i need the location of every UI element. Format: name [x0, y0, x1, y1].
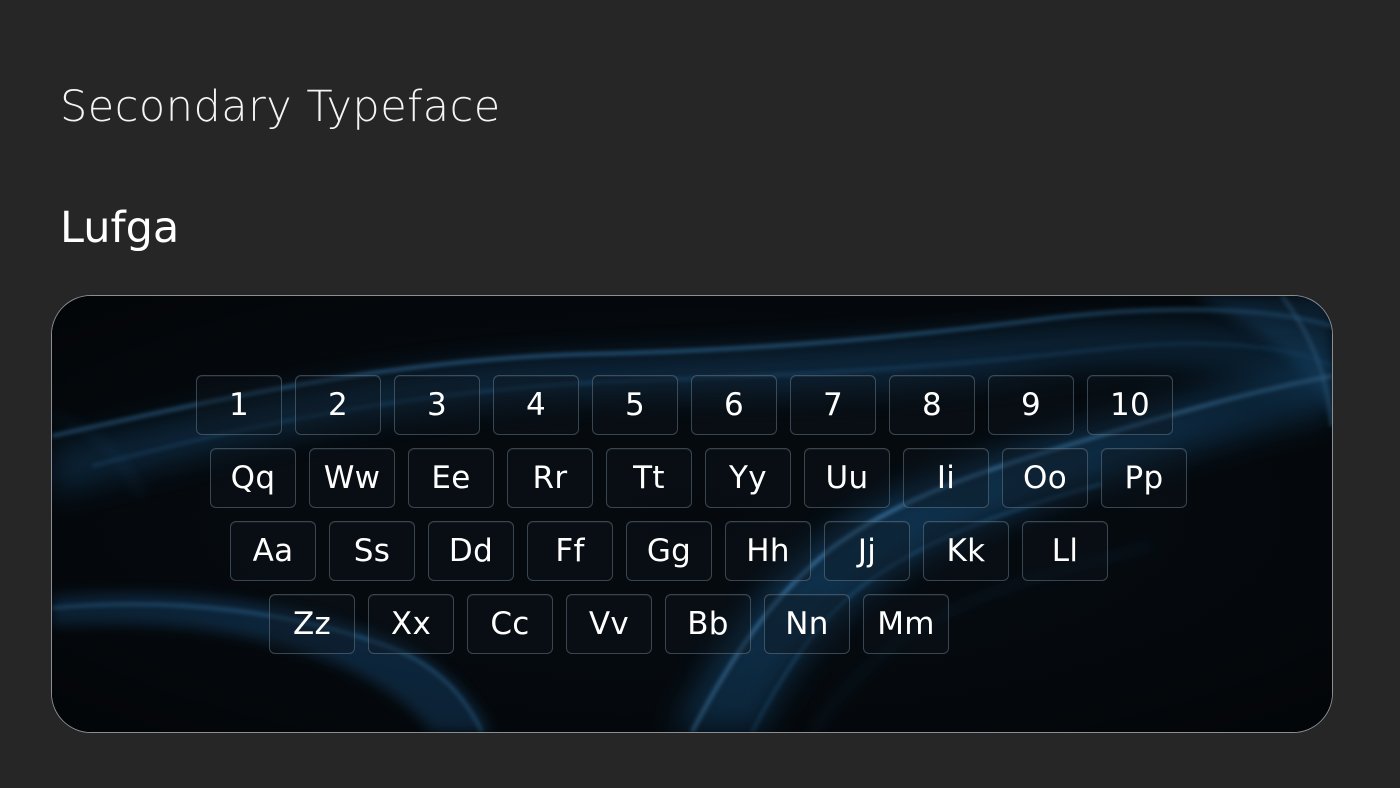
- key-9: 9: [988, 375, 1074, 435]
- key-4: 4: [493, 375, 579, 435]
- key-yy: Yy: [705, 448, 791, 508]
- key-ff: Ff: [527, 521, 613, 581]
- page-heading: Secondary Typeface: [60, 82, 501, 132]
- key-oo: Oo: [1002, 448, 1088, 508]
- key-dd: Dd: [428, 521, 514, 581]
- key-8: 8: [889, 375, 975, 435]
- key-6: 6: [691, 375, 777, 435]
- key-nn: Nn: [764, 594, 850, 654]
- key-mm: Mm: [863, 594, 949, 654]
- key-ss: Ss: [329, 521, 415, 581]
- key-rr: Rr: [507, 448, 593, 508]
- key-5: 5: [592, 375, 678, 435]
- key-kk: Kk: [923, 521, 1009, 581]
- key-gg: Gg: [626, 521, 712, 581]
- key-ll: Ll: [1022, 521, 1108, 581]
- key-xx: Xx: [368, 594, 454, 654]
- key-uu: Uu: [804, 448, 890, 508]
- keyboard-showcase-panel: 1 2 3 4 5 6 7 8 9 10 Qq Ww Ee Rr Tt Yy Uu Ii Oo Pp Aa Ss Dd Ff G…: [51, 295, 1333, 733]
- key-tt: Tt: [606, 448, 692, 508]
- key-3: 3: [394, 375, 480, 435]
- keyboard-grid: 1 2 3 4 5 6 7 8 9 10 Qq Ww Ee Rr Tt Yy Uu Ii Oo Pp Aa Ss Dd Ff G…: [52, 296, 1332, 732]
- key-ii: Ii: [903, 448, 989, 508]
- key-jj: Jj: [824, 521, 910, 581]
- key-bb: Bb: [665, 594, 751, 654]
- key-7: 7: [790, 375, 876, 435]
- key-10: 10: [1087, 375, 1173, 435]
- key-cc: Cc: [467, 594, 553, 654]
- key-qq: Qq: [210, 448, 296, 508]
- key-2: 2: [295, 375, 381, 435]
- key-hh: Hh: [725, 521, 811, 581]
- key-1: 1: [196, 375, 282, 435]
- key-vv: Vv: [566, 594, 652, 654]
- key-zz: Zz: [269, 594, 355, 654]
- key-ww: Ww: [309, 448, 395, 508]
- key-ee: Ee: [408, 448, 494, 508]
- key-aa: Aa: [230, 521, 316, 581]
- key-pp: Pp: [1101, 448, 1187, 508]
- typeface-name: Lufga: [60, 203, 180, 253]
